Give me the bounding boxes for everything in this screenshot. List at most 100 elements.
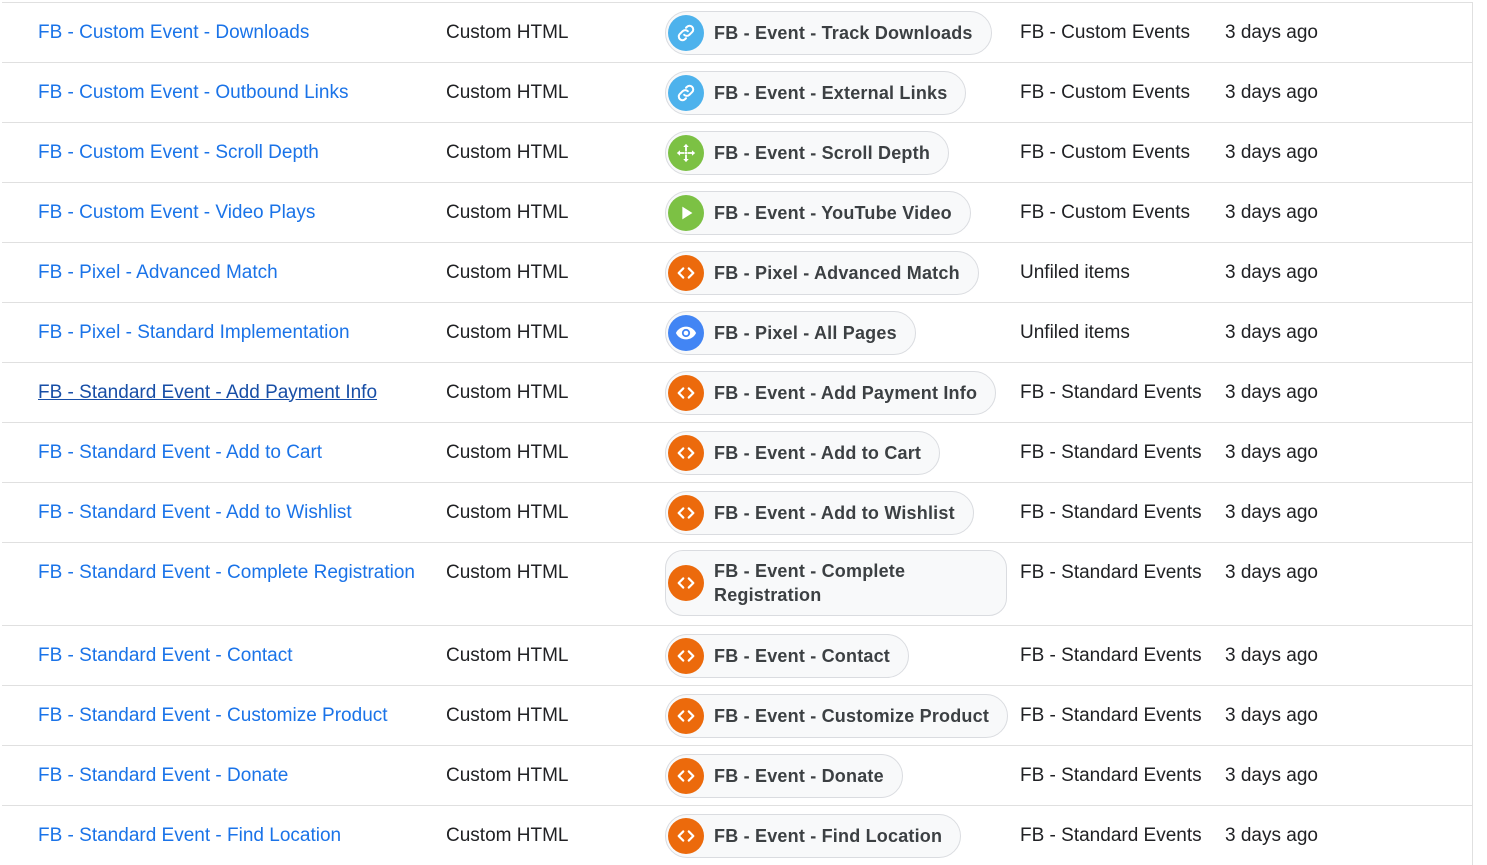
table-row[interactable]: FB - Standard Event - Add Payment Info C…: [2, 362, 1472, 422]
last-edited: 3 days ago: [1225, 501, 1318, 523]
table-row[interactable]: FB - Standard Event - Complete Registrat…: [2, 542, 1472, 625]
folder: FB - Standard Events: [1020, 501, 1202, 523]
last-edited: 3 days ago: [1225, 321, 1318, 343]
eye-icon: [668, 314, 704, 351]
last-edited: 3 days ago: [1225, 21, 1318, 43]
link-icon: [668, 14, 704, 51]
trigger-chip[interactable]: FB - Event - Contact: [665, 633, 910, 678]
table-row[interactable]: FB - Custom Event - Scroll Depth Custom …: [2, 122, 1472, 182]
trigger-label: FB - Event - Find Location: [714, 825, 943, 846]
trigger-label: FB - Event - Customize Product: [714, 705, 990, 726]
tag-name-link[interactable]: FB - Custom Event - Outbound Links: [38, 81, 348, 105]
trigger-label: FB - Event - External Links: [714, 82, 948, 103]
tag-name-link[interactable]: FB - Standard Event - Add Payment Info: [38, 381, 377, 405]
tag-name-link[interactable]: FB - Pixel - Advanced Match: [38, 261, 278, 285]
trigger-chip[interactable]: FB - Event - Add to Cart: [665, 430, 941, 475]
tag-name-link[interactable]: FB - Pixel - Standard Implementation: [38, 321, 350, 345]
tag-name-link[interactable]: FB - Standard Event - Add to Cart: [38, 441, 322, 465]
trigger-chip[interactable]: FB - Event - Add Payment Info: [665, 370, 997, 415]
code-icon: [668, 374, 704, 411]
folder: FB - Standard Events: [1020, 381, 1202, 403]
tags-table: FB - Custom Event - Downloads Custom HTM…: [2, 2, 1473, 865]
tag-type: Custom HTML: [446, 501, 569, 523]
folder: FB - Custom Events: [1020, 141, 1190, 163]
folder: FB - Custom Events: [1020, 201, 1190, 223]
table-row[interactable]: FB - Pixel - Advanced Match Custom HTML …: [2, 242, 1472, 302]
trigger-label: FB - Event - YouTube Video: [714, 202, 952, 223]
folder: FB - Custom Events: [1020, 21, 1190, 43]
trigger-chip[interactable]: FB - Event - Track Downloads: [665, 10, 992, 55]
code-icon: [668, 817, 704, 854]
trigger-label: FB - Event - Scroll Depth: [714, 142, 931, 163]
trigger-chip[interactable]: FB - Pixel - Advanced Match: [665, 250, 979, 295]
last-edited: 3 days ago: [1225, 381, 1318, 403]
table-row[interactable]: FB - Standard Event - Find Location Cust…: [2, 805, 1472, 865]
tag-name-link[interactable]: FB - Standard Event - Contact: [38, 644, 293, 668]
trigger-chip[interactable]: FB - Event - Find Location: [665, 813, 962, 858]
last-edited: 3 days ago: [1225, 764, 1318, 786]
tag-name-link[interactable]: FB - Standard Event - Find Location: [38, 824, 341, 848]
code-icon: [668, 434, 704, 471]
tag-name-link[interactable]: FB - Custom Event - Scroll Depth: [38, 141, 319, 165]
scrollbar[interactable]: [1473, 0, 1487, 865]
tag-name-link[interactable]: FB - Standard Event - Customize Product: [38, 704, 388, 728]
folder: FB - Standard Events: [1020, 824, 1202, 846]
tag-type: Custom HTML: [446, 21, 569, 43]
folder: FB - Standard Events: [1020, 704, 1202, 726]
trigger-chip[interactable]: FB - Event - Scroll Depth: [665, 130, 950, 175]
code-icon: [668, 565, 704, 601]
tag-type: Custom HTML: [446, 261, 569, 283]
table-row[interactable]: FB - Custom Event - Video Plays Custom H…: [2, 182, 1472, 242]
trigger-label: FB - Event - Track Downloads: [714, 22, 973, 43]
tag-type: Custom HTML: [446, 441, 569, 463]
table-row[interactable]: FB - Pixel - Standard Implementation Cus…: [2, 302, 1472, 362]
tag-name-link[interactable]: FB - Custom Event - Downloads: [38, 21, 309, 45]
tag-type: Custom HTML: [446, 81, 569, 103]
folder: FB - Custom Events: [1020, 81, 1190, 103]
folder: Unfiled items: [1020, 261, 1130, 283]
table-row[interactable]: FB - Standard Event - Contact Custom HTM…: [2, 625, 1472, 685]
folder: FB - Standard Events: [1020, 764, 1202, 786]
trigger-label: FB - Event - Complete Registration: [714, 561, 906, 605]
tag-name-link[interactable]: FB - Standard Event - Donate: [38, 764, 288, 788]
tag-name-link[interactable]: FB - Standard Event - Add to Wishlist: [38, 501, 352, 525]
trigger-chip[interactable]: FB - Event - External Links: [665, 70, 967, 115]
trigger-label: FB - Event - Add Payment Info: [714, 382, 978, 403]
tag-type: Custom HTML: [446, 704, 569, 726]
trigger-label: FB - Event - Add to Wishlist: [714, 502, 955, 523]
trigger-label: FB - Event - Donate: [714, 765, 884, 786]
trigger-chip[interactable]: FB - Event - YouTube Video: [665, 190, 971, 235]
code-icon: [668, 637, 704, 674]
table-row[interactable]: FB - Standard Event - Donate Custom HTML…: [2, 745, 1472, 805]
code-icon: [668, 697, 704, 734]
trigger-chip[interactable]: FB - Event - Add to Wishlist: [665, 490, 974, 535]
folder: FB - Standard Events: [1020, 562, 1202, 583]
trigger-label: FB - Pixel - All Pages: [714, 322, 897, 343]
trigger-chip[interactable]: FB - Event - Customize Product: [665, 693, 1009, 738]
last-edited: 3 days ago: [1225, 704, 1318, 726]
play-icon: [668, 194, 704, 231]
tag-type: Custom HTML: [446, 201, 569, 223]
trigger-label: FB - Event - Add to Cart: [714, 442, 922, 463]
folder: FB - Standard Events: [1020, 441, 1202, 463]
folder: FB - Standard Events: [1020, 644, 1202, 666]
trigger-label: FB - Event - Contact: [714, 645, 891, 666]
table-row[interactable]: FB - Standard Event - Customize Product …: [2, 685, 1472, 745]
last-edited: 3 days ago: [1225, 261, 1318, 283]
tag-type: Custom HTML: [446, 824, 569, 846]
tag-type: Custom HTML: [446, 321, 569, 343]
table-row[interactable]: FB - Custom Event - Downloads Custom HTM…: [2, 2, 1472, 62]
last-edited: 3 days ago: [1225, 81, 1318, 103]
table-row[interactable]: FB - Standard Event - Add to Wishlist Cu…: [2, 482, 1472, 542]
trigger-chip[interactable]: FB - Event - Complete Registration: [665, 550, 1007, 616]
folder: Unfiled items: [1020, 321, 1130, 343]
table-row[interactable]: FB - Custom Event - Outbound Links Custo…: [2, 62, 1472, 122]
trigger-chip[interactable]: FB - Pixel - All Pages: [665, 310, 916, 355]
tag-name-link[interactable]: FB - Standard Event - Complete Registrat…: [38, 543, 415, 585]
tag-name-link[interactable]: FB - Custom Event - Video Plays: [38, 201, 315, 225]
last-edited: 3 days ago: [1225, 644, 1318, 666]
trigger-chip[interactable]: FB - Event - Donate: [665, 753, 903, 798]
tag-type: Custom HTML: [446, 764, 569, 786]
tag-type: Custom HTML: [446, 562, 569, 583]
table-row[interactable]: FB - Standard Event - Add to Cart Custom…: [2, 422, 1472, 482]
